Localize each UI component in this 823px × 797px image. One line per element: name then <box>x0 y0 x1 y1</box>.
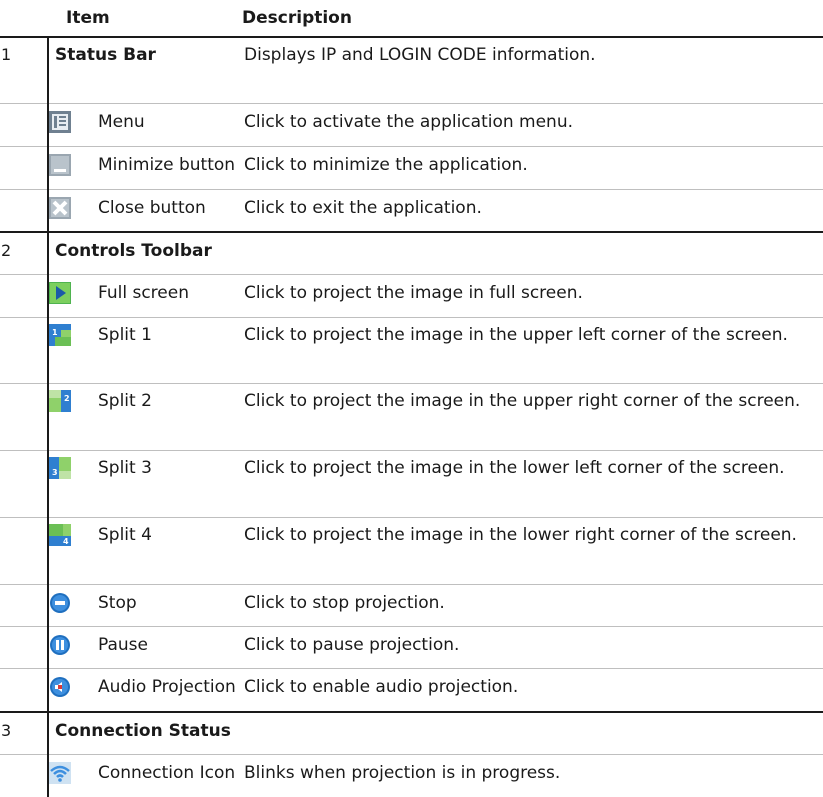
table-row: Full screen Click to project the image i… <box>0 275 823 318</box>
row-name: Split 2 <box>92 384 238 451</box>
menu-icon <box>49 111 71 133</box>
row-description: Click to project the image in the lower … <box>238 451 823 518</box>
split-2-icon: 2 <box>49 390 71 412</box>
wifi-icon <box>49 762 71 784</box>
table-row: 1 Split 1 Click to project the image in … <box>0 318 823 384</box>
svg-text:1: 1 <box>52 328 58 337</box>
table-row: Minimize button Click to minimize the ap… <box>0 147 823 190</box>
section-title: Controls Toolbar <box>48 232 823 275</box>
row-description: Click to stop projection. <box>238 585 823 627</box>
table-row: Close button Click to exit the applicati… <box>0 190 823 233</box>
section-title: Status Bar <box>48 37 238 104</box>
table-row: Stop Click to stop projection. <box>0 585 823 627</box>
feature-table: Item Description 1 Status Bar Displays I… <box>0 0 823 797</box>
row-name: Close button <box>92 190 238 233</box>
table-header-row: Item Description <box>0 0 823 37</box>
pause-icon <box>49 634 71 656</box>
table-row: 4 Split 4 Click to project the image in … <box>0 518 823 585</box>
row-name: Stop <box>92 585 238 627</box>
split-1-icon: 1 <box>49 324 71 346</box>
table-row: 2 Split 2 Click to project the image in … <box>0 384 823 451</box>
minimize-icon <box>49 154 71 176</box>
row-description: Click to exit the application. <box>238 190 823 233</box>
row-name: Audio Projection <box>92 669 238 713</box>
row-description: Click to project the image in full scree… <box>238 275 823 318</box>
header-description: Description <box>238 0 823 37</box>
section-number: 2 <box>0 232 48 275</box>
row-name: Split 1 <box>92 318 238 384</box>
section-row-connection-status: 3 Connection Status <box>0 712 823 755</box>
svg-text:3: 3 <box>52 468 58 477</box>
play-icon <box>49 282 71 304</box>
row-description: Click to project the image in the upper … <box>238 318 823 384</box>
section-row-status-bar: 1 Status Bar Displays IP and LOGIN CODE … <box>0 37 823 104</box>
section-number: 3 <box>0 712 48 755</box>
row-description: Click to minimize the application. <box>238 147 823 190</box>
close-icon <box>49 197 71 219</box>
row-name: Menu <box>92 104 238 147</box>
svg-text:4: 4 <box>63 537 69 546</box>
row-name: Minimize button <box>92 147 238 190</box>
stop-icon <box>49 592 71 614</box>
row-name: Split 4 <box>92 518 238 585</box>
row-name: Full screen <box>92 275 238 318</box>
table-row: Connection Icon Blinks when projection i… <box>0 755 823 797</box>
section-row-controls-toolbar: 2 Controls Toolbar <box>0 232 823 275</box>
table-row: Menu Click to activate the application m… <box>0 104 823 147</box>
audio-icon <box>49 676 71 698</box>
row-description: Click to pause projection. <box>238 627 823 669</box>
row-name: Pause <box>92 627 238 669</box>
header-item: Item <box>48 0 238 37</box>
table-row: Audio Projection Click to enable audio p… <box>0 669 823 713</box>
split-4-icon: 4 <box>49 524 71 546</box>
split-3-icon: 3 <box>49 457 71 479</box>
table-row: Pause Click to pause projection. <box>0 627 823 669</box>
row-description: Blinks when projection is in progress. <box>238 755 823 797</box>
row-description: Click to project the image in the upper … <box>238 384 823 451</box>
svg-text:2: 2 <box>64 394 70 403</box>
row-description: Click to enable audio projection. <box>238 669 823 713</box>
table-row: 3 Split 3 Click to project the image in … <box>0 451 823 518</box>
row-description: Click to project the image in the lower … <box>238 518 823 585</box>
section-title: Connection Status <box>48 712 823 755</box>
row-name: Connection Icon <box>92 755 238 797</box>
row-description: Click to activate the application menu. <box>238 104 823 147</box>
row-name: Split 3 <box>92 451 238 518</box>
section-description: Displays IP and LOGIN CODE information. <box>238 37 823 104</box>
section-number: 1 <box>0 37 48 104</box>
